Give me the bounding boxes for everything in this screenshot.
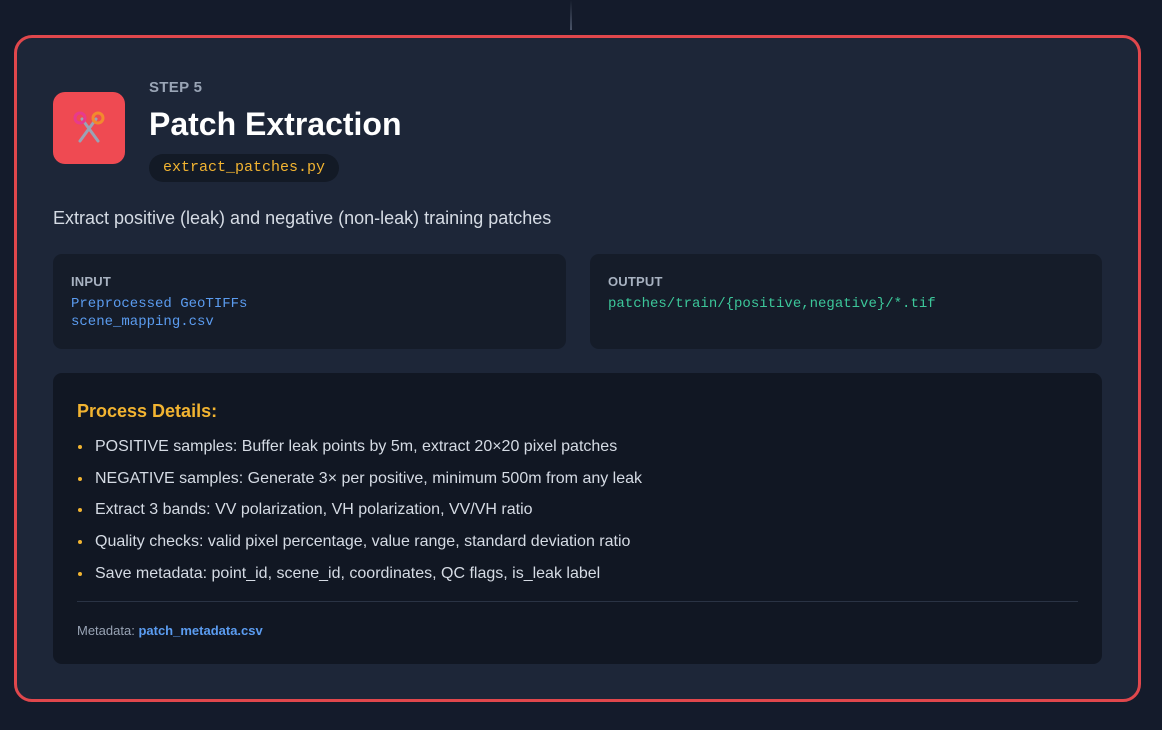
output-path: patches/train/{positive,negative}/*.tif [608,296,936,312]
step-title: Patch Extraction [149,106,402,142]
bullet-icon [78,571,82,576]
input-file: Preprocessed GeoTIFFs [71,296,248,312]
list-item-text: Quality checks: valid pixel percentage, … [95,533,631,551]
list-item-text: POSITIVE samples: Buffer leak points by … [95,438,618,455]
process-details-panel: Process Details: POSITIVE samples: Buffe… [53,373,1102,664]
script-filename-badge: extract_patches.py [149,154,340,182]
input-file: scene_mapping.csv [71,314,214,330]
list-item-text: Save metadata: point_id, scene_id, coord… [95,564,601,582]
bullet-icon [78,476,82,481]
list-item: Quality checks: valid pixel percentage, … [77,531,1078,563]
step-number-label: STEP 5 [149,79,203,96]
list-item: Save metadata: point_id, scene_id, coord… [77,563,1078,595]
step-description: Extract positive (leak) and negative (no… [53,208,552,228]
process-details-heading: Process Details: [77,401,218,421]
list-item-text: Extract 3 bands: VV polarization, VH pol… [95,501,533,519]
metadata-note: Metadata: patch_metadata.csv [77,623,263,638]
output-panel: OUTPUT patches/train/{positive,negative}… [590,254,1102,349]
step-card: STEP 5 Patch Extraction extract_patches.… [14,35,1141,702]
bullet-icon [78,445,82,449]
output-heading: OUTPUT [608,274,663,289]
bullet-icon [78,540,82,545]
scissors-icon [73,111,105,143]
details-divider [77,601,1078,602]
flow-connector-line [570,0,572,30]
input-panel: INPUT Preprocessed GeoTIFFs scene_mappin… [53,254,566,349]
list-item: NEGATIVE samples: Generate 3× per positi… [77,468,1078,500]
metadata-label: Metadata: [77,623,135,638]
input-heading: INPUT [71,274,111,289]
list-item: Extract 3 bands: VV polarization, VH pol… [77,499,1078,531]
step-header: STEP 5 Patch Extraction extract_patches.… [53,78,653,188]
list-item-text: NEGATIVE samples: Generate 3× per positi… [95,469,643,487]
bullet-icon [78,508,82,513]
list-item: POSITIVE samples: Buffer leak points by … [77,436,1078,468]
metadata-filename: patch_metadata.csv [138,623,263,638]
step-icon-tile [53,92,125,164]
process-details-list: POSITIVE samples: Buffer leak points by … [77,436,1078,594]
